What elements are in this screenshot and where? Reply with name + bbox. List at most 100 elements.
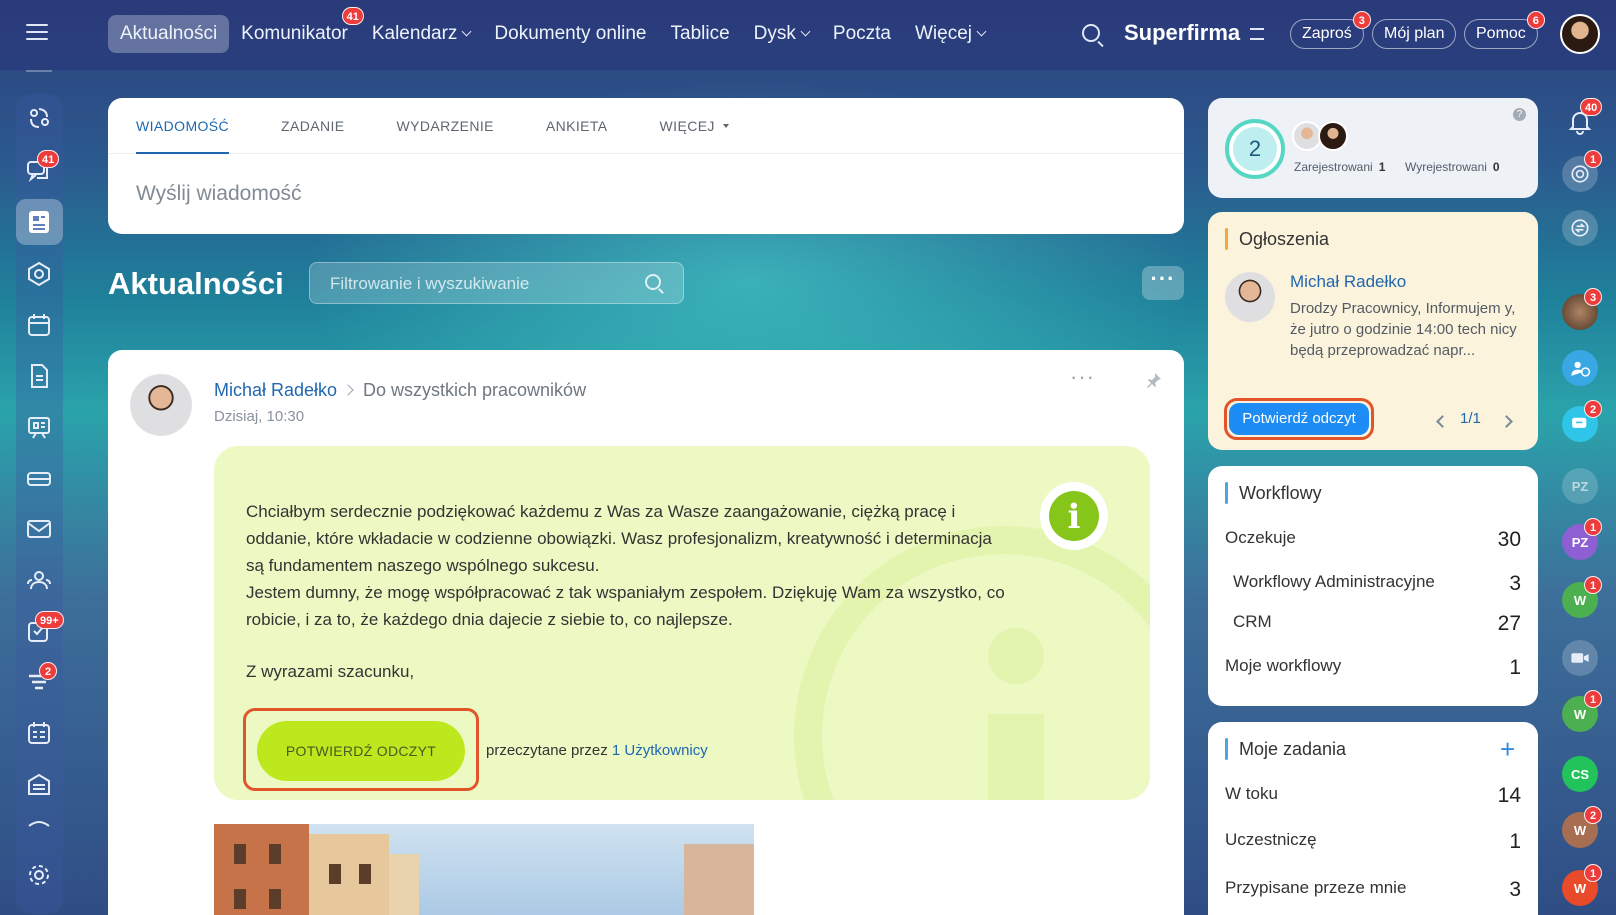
nav-item-wiecej[interactable]: Więcej — [903, 15, 997, 53]
search-icon[interactable] — [1082, 24, 1100, 42]
help-icon[interactable]: ? — [1513, 108, 1526, 121]
post-menu-icon[interactable]: ··· — [1070, 366, 1095, 388]
user-avatar[interactable] — [1318, 121, 1348, 151]
list-item[interactable]: Uczestniczę 1 — [1225, 830, 1521, 854]
confirm-read-button[interactable]: POTWIERDŹ ODCZYT — [257, 721, 465, 781]
author-avatar[interactable] — [130, 374, 192, 436]
sync-icon[interactable] — [1562, 210, 1598, 246]
planner-icon[interactable] — [25, 719, 53, 747]
company-name[interactable]: Superfirma — [1124, 20, 1240, 46]
sites-icon[interactable] — [25, 814, 53, 828]
nav-item-komunikator[interactable]: Komunikator 41 — [229, 7, 364, 53]
workflows-title: Workflowy — [1225, 482, 1322, 504]
nav-item-kalendarz[interactable]: Kalendarz — [360, 15, 483, 53]
announcement-text[interactable]: Drodzy Pracownicy, Informujem y, że jutr… — [1290, 298, 1522, 361]
collab-icon[interactable] — [25, 104, 53, 132]
my-plan-button[interactable]: Mój plan — [1372, 19, 1457, 49]
message-regards: Z wyrazami szacunku, — [246, 662, 415, 681]
message-paragraph: Chciałbym serdecznie podziękować każdemu… — [246, 502, 992, 575]
list-item[interactable]: Oczekuje 30 — [1225, 528, 1521, 552]
list-item[interactable]: CRM 27 — [1233, 612, 1521, 636]
online-counter[interactable]: 2 — [1225, 119, 1285, 179]
menu-icon[interactable] — [26, 24, 48, 42]
compose-card: WIADOMOŚĆ ZADANIE WYDARZENIE ANKIETA WIĘ… — [108, 98, 1184, 234]
read-by-link[interactable]: 1 Użytkownicy — [612, 742, 708, 759]
chevron-left-icon[interactable] — [1436, 415, 1449, 428]
post-date[interactable]: Dzisiaj, 10:30 — [214, 408, 304, 425]
contact-w-avatar[interactable]: W 2 — [1562, 806, 1602, 848]
groups-icon[interactable] — [25, 260, 53, 288]
list-item[interactable]: W toku 14 — [1225, 784, 1521, 808]
mail-icon[interactable] — [25, 515, 53, 543]
channels-badge: 2 — [1584, 400, 1602, 418]
calendar-icon[interactable] — [25, 311, 53, 339]
post-image[interactable] — [214, 824, 754, 915]
nav-item-dysk[interactable]: Dysk — [742, 15, 821, 53]
video-call-icon[interactable] — [1562, 640, 1598, 676]
contact-w-avatar[interactable]: W 1 — [1562, 690, 1602, 732]
chevron-right-icon[interactable] — [1500, 415, 1513, 428]
settings-gear-icon[interactable] — [25, 861, 53, 889]
post-author[interactable]: Michał Radełko — [214, 380, 337, 401]
nav-item-aktualnosci[interactable]: Aktualności — [108, 15, 230, 53]
tab-task[interactable]: ZADANIE — [281, 98, 344, 153]
nav-item-poczta[interactable]: Poczta — [821, 15, 903, 53]
open-channels-icon[interactable]: 2 — [1562, 400, 1602, 442]
add-task-icon[interactable]: + — [1500, 736, 1515, 762]
drive-icon[interactable] — [25, 464, 53, 492]
help-button[interactable]: Pomoc 6 — [1464, 11, 1545, 49]
list-item[interactable]: Workflowy Administracyjne 3 — [1233, 572, 1521, 596]
contact-cs-avatar[interactable]: CS — [1562, 756, 1598, 792]
tasks-title: Moje zadania — [1225, 738, 1346, 760]
tab-event[interactable]: WYDARZENIE — [397, 98, 494, 153]
goals-icon[interactable]: 1 — [1562, 150, 1602, 192]
document-icon[interactable] — [25, 362, 53, 390]
nav-item-tablice[interactable]: Tablice — [659, 15, 742, 53]
filter-search-input[interactable]: Filtrowanie i wyszukiwanie — [309, 262, 684, 304]
registered-count: Zarejestrowani 1 — [1294, 160, 1386, 174]
workflows-card: Workflowy Oczekuje 30 Workflowy Administr… — [1208, 466, 1538, 706]
author-avatar[interactable] — [1225, 272, 1275, 322]
crm-filter-icon[interactable]: 2 — [25, 662, 57, 696]
chevron-down-icon — [461, 26, 472, 37]
invite-button[interactable]: Zaproś 3 — [1290, 11, 1371, 49]
main-nav: Aktualności Komunikator 41 Kalendarz Dok… — [108, 7, 997, 53]
more-options-button[interactable]: ··· — [1142, 266, 1184, 300]
bell-icon[interactable]: 40 — [1562, 98, 1603, 140]
settings-sliders-icon[interactable] — [1250, 28, 1264, 40]
user-avatar[interactable] — [1560, 14, 1600, 54]
announcement-pager: 1/1 — [1460, 410, 1481, 427]
tab-poll[interactable]: ANKIETA — [546, 98, 608, 153]
nav-item-dokumenty[interactable]: Dokumenty online — [482, 15, 658, 53]
pin-icon[interactable] — [1146, 372, 1162, 388]
announcement-author[interactable]: Michał Radełko — [1290, 272, 1406, 292]
team-avatar[interactable]: 3 — [1562, 288, 1602, 330]
top-bar: Aktualności Komunikator 41 Kalendarz Dok… — [0, 0, 1616, 70]
employees-icon[interactable] — [25, 566, 53, 594]
feed-icon[interactable] — [16, 199, 63, 245]
tasks-icon[interactable]: 99+ — [25, 611, 64, 645]
contact-pz-avatar[interactable]: PZ 1 — [1562, 518, 1602, 560]
announcements-card: Ogłoszenia Michał Radełko Drodzy Pracown… — [1208, 212, 1538, 450]
chevron-right-icon — [342, 384, 354, 396]
read-by: przeczytane przez 1 Użytkownicy — [486, 742, 708, 759]
contact-pz-avatar[interactable]: PZ — [1562, 468, 1598, 504]
store-icon[interactable] — [25, 770, 53, 798]
contact-badge: 1 — [1584, 518, 1602, 536]
post-message: Chciałbym serdecznie podziękować każdemu… — [246, 498, 1006, 633]
search-icon[interactable] — [645, 274, 661, 290]
post-destination[interactable]: Do wszystkich pracowników — [363, 380, 586, 401]
user-clock-icon[interactable] — [1562, 350, 1598, 386]
list-item[interactable]: Moje workflowy 1 — [1225, 656, 1521, 680]
boards-icon[interactable] — [25, 413, 53, 441]
confirm-read-button[interactable]: Potwierdź odczyt — [1229, 403, 1369, 435]
chat-icon[interactable]: 41 — [25, 150, 60, 184]
list-item[interactable]: Przypisane przeze mnie 3 — [1225, 878, 1521, 902]
compose-input[interactable]: Wyślij wiadomość — [108, 154, 1184, 206]
tab-more[interactable]: WIĘCEJ — [660, 98, 729, 153]
help-badge: 6 — [1526, 11, 1545, 29]
my-tasks-card: Moje zadania + W toku 14 Uczestniczę 1 Prz… — [1208, 722, 1538, 915]
contact-w-avatar[interactable]: W 1 — [1562, 864, 1602, 906]
tab-message[interactable]: WIADOMOŚĆ — [136, 98, 230, 154]
contact-w-avatar[interactable]: W 1 — [1562, 576, 1602, 618]
